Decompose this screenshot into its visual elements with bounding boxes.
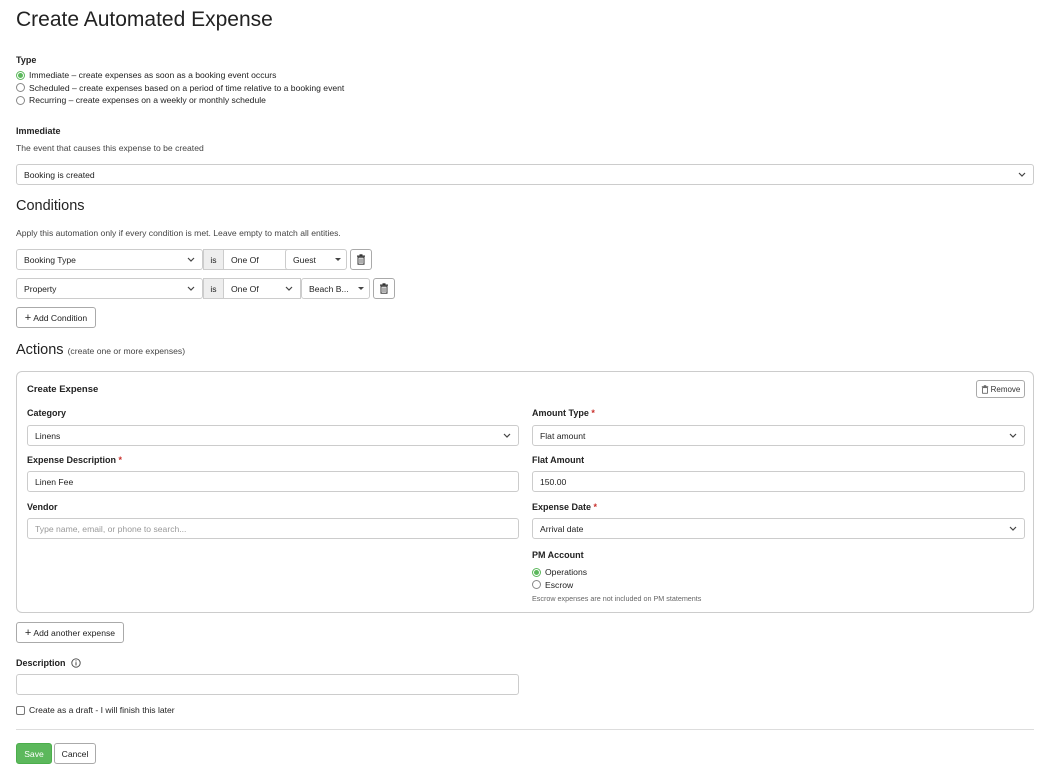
remove-button[interactable]: Remove (976, 380, 1025, 398)
vendor-search-input[interactable]: Type name, email, or phone to search... (27, 518, 519, 539)
chevron-down-icon (187, 257, 195, 262)
caret-down-icon (358, 287, 364, 290)
immediate-heading: Immediate (16, 126, 61, 136)
immediate-help: The event that causes this expense to be… (16, 143, 204, 153)
caret-down-icon (335, 258, 341, 261)
cancel-button[interactable]: Cancel (54, 743, 96, 764)
flat-amount-label: Flat Amount (532, 455, 585, 465)
amount-type-select[interactable]: Flat amount (532, 425, 1025, 446)
type-option-recurring[interactable]: Recurring – create expenses on a weekly … (16, 94, 344, 107)
trash-icon (357, 254, 365, 265)
chevron-down-icon (285, 286, 293, 291)
condition-value-select[interactable]: Beach B... (301, 278, 370, 299)
pm-option-escrow[interactable]: Escrow (532, 579, 587, 592)
vendor-label: Vendor (27, 502, 58, 512)
trash-icon (380, 283, 388, 294)
delete-condition-button[interactable] (373, 278, 395, 299)
expense-description-label: Expense Description * (27, 455, 123, 465)
chevron-down-icon (1018, 172, 1026, 177)
category-label: Category (27, 408, 67, 418)
conditions-heading: Conditions (16, 198, 85, 214)
divider (16, 729, 1034, 730)
radio-escrow[interactable] (532, 580, 541, 590)
draft-row[interactable]: Create as a draft - I will finish this l… (16, 705, 175, 715)
condition-field-select[interactable]: Property (16, 278, 203, 299)
type-options: Immediate – create expenses as soon as a… (16, 69, 344, 107)
condition-operator: is (203, 278, 224, 299)
expense-description-input[interactable]: Linen Fee (27, 471, 519, 492)
plus-icon: + (24, 311, 32, 324)
chevron-down-icon (503, 433, 511, 438)
pm-note: Escrow expenses are not included on PM s… (532, 594, 702, 603)
category-select[interactable]: Linens (27, 425, 519, 446)
condition-value-select[interactable]: Guest (285, 249, 347, 270)
condition-operator: is (203, 249, 224, 270)
card-title: Create Expense (27, 384, 99, 395)
radio-recurring[interactable] (16, 95, 25, 105)
type-option-immediate[interactable]: Immediate – create expenses as soon as a… (16, 69, 344, 82)
pm-option-operations[interactable]: Operations (532, 566, 587, 579)
description-label: Description (16, 658, 66, 668)
chevron-down-icon (187, 286, 195, 291)
info-icon[interactable] (70, 658, 81, 668)
conditions-help: Apply this automation only if every cond… (16, 228, 341, 238)
condition-field-select[interactable]: Booking Type (16, 249, 203, 270)
event-select[interactable]: Booking is created (16, 164, 1034, 185)
condition-mode-select[interactable]: One Of (223, 278, 301, 299)
pm-account-options: Operations Escrow (532, 566, 587, 591)
draft-label: Create as a draft - I will finish this l… (29, 705, 175, 715)
description-label-row: Description (16, 658, 81, 668)
add-another-expense-button[interactable]: + Add another expense (16, 622, 124, 643)
chevron-down-icon (1009, 526, 1017, 531)
draft-checkbox[interactable] (16, 705, 25, 715)
chevron-down-icon (1009, 433, 1017, 438)
plus-icon: + (24, 626, 32, 639)
description-input[interactable] (16, 674, 519, 695)
add-condition-button[interactable]: + Add Condition (16, 307, 96, 328)
trash-icon (981, 384, 988, 394)
page-title: Create Automated Expense (16, 8, 273, 31)
delete-condition-button[interactable] (350, 249, 372, 270)
create-expense-card: Create Expense Remove Category Linens Ex… (16, 371, 1034, 613)
actions-header: Actions (create one or more expenses) (16, 342, 185, 358)
radio-scheduled[interactable] (16, 83, 25, 93)
type-heading: Type (16, 55, 37, 65)
expense-date-select[interactable]: Arrival date (532, 518, 1025, 539)
save-button[interactable]: Save (16, 743, 52, 764)
pm-account-label: PM Account (532, 550, 584, 560)
actions-heading: Actions (16, 342, 64, 358)
radio-operations[interactable] (532, 567, 541, 577)
radio-immediate[interactable] (16, 70, 25, 80)
type-option-scheduled[interactable]: Scheduled – create expenses based on a p… (16, 82, 344, 95)
amount-type-label: Amount Type * (532, 408, 595, 418)
flat-amount-input[interactable]: 150.00 (532, 471, 1025, 492)
expense-date-label: Expense Date * (532, 502, 598, 512)
actions-subheading: (create one or more expenses) (67, 346, 186, 356)
